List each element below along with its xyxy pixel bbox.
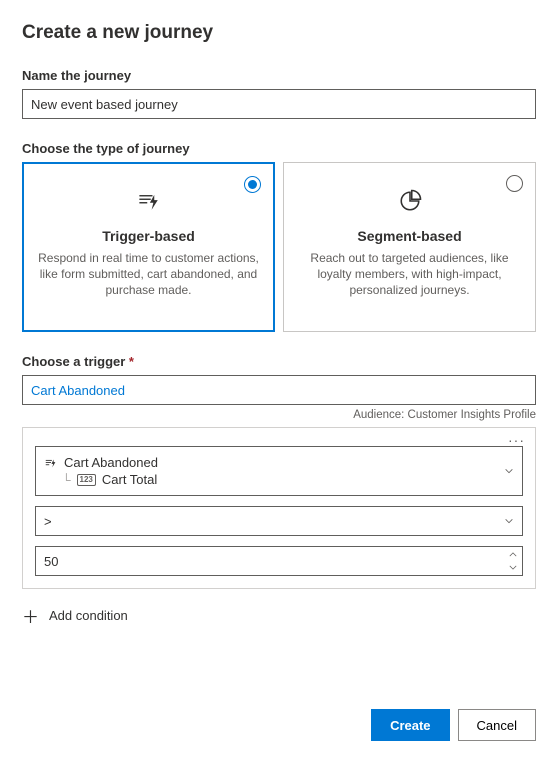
segment-icon <box>396 187 424 215</box>
trigger-mini-icon <box>44 456 58 470</box>
condition-panel: ··· Cart Abandoned └ 123 Cart Total > 50 <box>22 427 536 589</box>
spinner-down-icon[interactable] <box>505 561 521 574</box>
name-section: Name the journey <box>22 68 536 119</box>
card-desc-segment: Reach out to targeted audiences, like lo… <box>298 250 521 299</box>
radio-segment[interactable] <box>506 175 523 192</box>
type-card-segment[interactable]: Segment-based Reach out to targeted audi… <box>283 162 536 332</box>
type-label: Choose the type of journey <box>22 141 536 156</box>
page-title: Create a new journey <box>22 22 536 44</box>
attribute-child: Cart Total <box>102 472 157 487</box>
journey-name-input[interactable] <box>22 89 536 119</box>
card-title-segment: Segment-based <box>298 228 521 244</box>
footer: Create Cancel <box>371 709 536 741</box>
spinner-up-icon[interactable] <box>505 548 521 561</box>
attribute-root: Cart Abandoned <box>64 455 158 470</box>
elbow-icon: └ <box>62 473 71 487</box>
add-condition-button[interactable]: ＋ Add condition <box>22 603 536 628</box>
card-title-trigger: Trigger-based <box>37 228 260 244</box>
trigger-label: Choose a trigger * <box>22 354 536 369</box>
type-card-trigger[interactable]: Trigger-based Respond in real time to cu… <box>22 162 275 332</box>
add-condition-label: Add condition <box>49 608 128 623</box>
plus-icon: ＋ <box>22 603 39 628</box>
name-label: Name the journey <box>22 68 536 83</box>
type-section: Choose the type of journey Trigger-based… <box>22 141 536 332</box>
card-desc-trigger: Respond in real time to customer actions… <box>37 250 260 299</box>
number-type-icon: 123 <box>77 474 96 486</box>
chevron-down-icon <box>504 516 514 526</box>
trigger-input[interactable] <box>22 375 536 405</box>
trigger-icon <box>135 187 163 215</box>
audience-text: Audience: Customer Insights Profile <box>22 409 536 421</box>
value-input[interactable]: 50 <box>35 546 523 576</box>
trigger-section: Choose a trigger * Audience: Customer In… <box>22 354 536 421</box>
radio-trigger[interactable] <box>244 176 261 193</box>
chevron-down-icon <box>504 466 514 476</box>
operator-select[interactable]: > <box>35 506 523 536</box>
operator-value: > <box>44 514 52 529</box>
create-button[interactable]: Create <box>371 709 449 741</box>
cancel-button[interactable]: Cancel <box>458 709 536 741</box>
attribute-select[interactable]: Cart Abandoned └ 123 Cart Total <box>35 446 523 496</box>
value-text: 50 <box>44 554 58 569</box>
number-spinner <box>505 548 521 574</box>
required-mark: * <box>129 354 134 369</box>
